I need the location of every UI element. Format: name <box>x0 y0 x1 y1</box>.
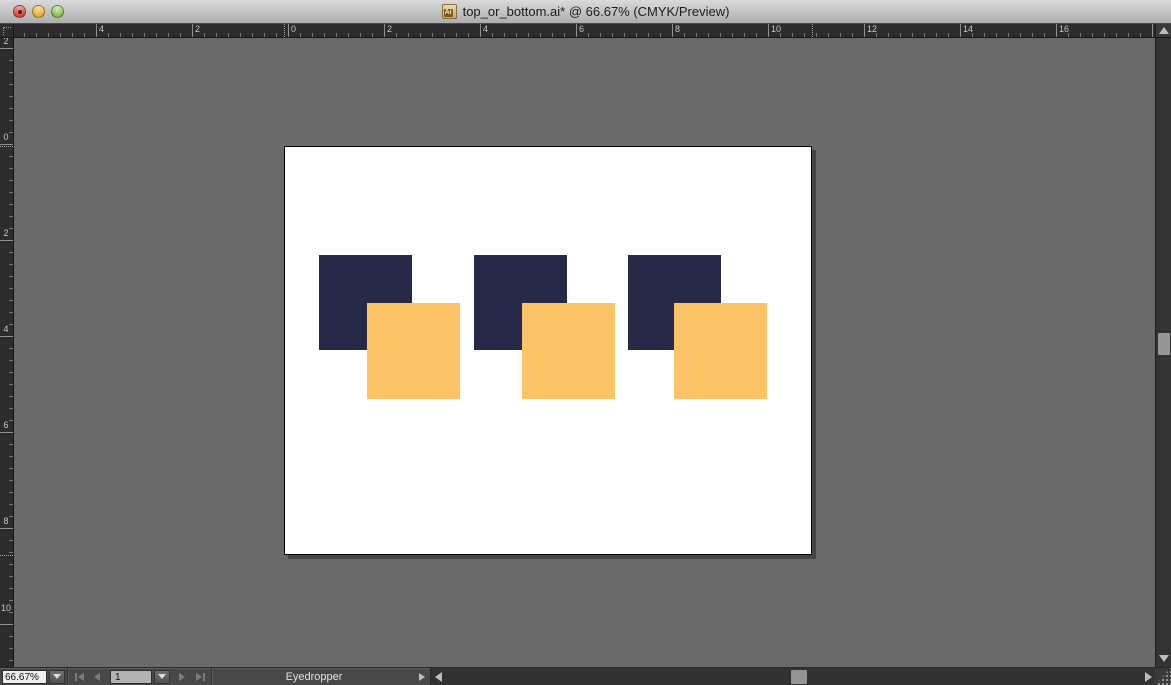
chevron-down-icon <box>53 674 61 679</box>
artboard-page[interactable] <box>284 146 812 555</box>
ruler-label: 0 <box>0 133 12 142</box>
ruler-label: 4 <box>483 25 488 34</box>
last-page-icon-bar <box>203 673 205 681</box>
status-tool-segment: Eyedropper <box>214 668 430 685</box>
ruler-label: 6 <box>579 25 584 34</box>
first-page-button[interactable] <box>70 670 88 684</box>
resize-grip-icon <box>1155 668 1171 685</box>
zoom-dropdown-button[interactable] <box>49 670 65 684</box>
scroll-down-icon <box>1159 655 1169 662</box>
ruler-major-tick <box>384 24 385 37</box>
close-button[interactable] <box>13 5 26 18</box>
ai-document-icon: Ai <box>442 4 457 19</box>
scroll-right-icon <box>1145 672 1152 682</box>
ruler-major-tick <box>0 48 13 49</box>
first-page-icon-arrow <box>78 673 84 681</box>
vertical-scrollbar-up-button[interactable] <box>1155 24 1171 38</box>
current-tool-label: Eyedropper <box>214 671 414 683</box>
ruler-label: 2 <box>0 38 12 46</box>
horizontal-scrollbar[interactable] <box>430 668 1155 685</box>
ruler-label: 8 <box>0 517 12 526</box>
zoom-level-field[interactable]: 66.67% <box>2 670 47 684</box>
zoom-button[interactable] <box>51 5 64 18</box>
ruler-major-tick <box>288 24 289 37</box>
ruler-label: 12 <box>867 25 877 34</box>
chevron-down-icon <box>158 674 166 679</box>
ruler-label: 16 <box>1059 25 1069 34</box>
window-title-group: Ai top_or_bottom.ai* @ 66.67% (CMYK/Prev… <box>442 4 730 19</box>
window-title: top_or_bottom.ai* @ 66.67% (CMYK/Preview… <box>463 4 730 19</box>
chevron-right-icon <box>419 673 425 681</box>
title-bar[interactable]: Ai top_or_bottom.ai* @ 66.67% (CMYK/Prev… <box>0 0 1171 24</box>
ruler-major-tick <box>0 432 13 433</box>
orange-square[interactable] <box>674 303 767 399</box>
previous-page-icon <box>94 673 100 681</box>
ruler-major-tick <box>0 336 13 337</box>
ruler-label: 6 <box>0 421 12 430</box>
orange-square[interactable] <box>522 303 615 399</box>
last-page-icon <box>196 673 202 681</box>
horizontal-scrollbar-left-button[interactable] <box>431 672 445 682</box>
ruler-label: 8 <box>675 25 680 34</box>
horizontal-scrollbar-thumb[interactable] <box>791 670 807 684</box>
ruler-major-tick <box>0 528 13 529</box>
minimize-button[interactable] <box>32 5 45 18</box>
vertical-scrollbar-thumb[interactable] <box>1158 333 1170 355</box>
status-bar: 66.67% 1 Eyedropper <box>0 667 1171 685</box>
horizontal-scrollbar-right-button[interactable] <box>1141 672 1155 682</box>
last-page-button[interactable] <box>191 670 209 684</box>
ruler-major-tick <box>864 24 865 37</box>
artboard-edge-marker <box>812 24 813 37</box>
ruler-major-tick <box>480 24 481 37</box>
vertical-ruler[interactable]: 2 0 2 4 6 8 10 <box>0 38 14 667</box>
next-page-icon <box>179 673 185 681</box>
page-dropdown-button[interactable] <box>154 670 170 684</box>
status-menu-button[interactable] <box>414 668 430 685</box>
ruler-major-tick <box>0 240 13 241</box>
artboard-edge-marker <box>0 555 13 556</box>
vertical-scrollbar[interactable] <box>1155 38 1171 667</box>
canvas-pasteboard[interactable] <box>14 38 1155 667</box>
artboard-edge-marker <box>0 146 13 147</box>
ruler-major-tick <box>192 24 193 37</box>
ruler-major-tick <box>960 24 961 37</box>
page-number-field[interactable]: 1 <box>110 670 152 684</box>
divider <box>211 668 212 685</box>
ruler-label: 2 <box>387 25 392 34</box>
horizontal-ruler[interactable]: 4202468101214161 <box>14 24 1155 38</box>
ruler-label: 4 <box>99 25 104 34</box>
ruler-major-tick <box>1152 24 1153 37</box>
ruler-origin-box[interactable] <box>0 24 14 38</box>
ruler-label: 10 <box>0 604 12 613</box>
ai-icon-badge: Ai <box>444 9 453 17</box>
ruler-label: 2 <box>0 229 12 238</box>
scroll-up-icon <box>1159 27 1169 34</box>
divider <box>67 668 68 685</box>
illustrator-window: Ai top_or_bottom.ai* @ 66.67% (CMYK/Prev… <box>0 0 1171 685</box>
ruler-label: 14 <box>963 25 973 34</box>
vertical-scrollbar-down-button[interactable] <box>1156 655 1171 662</box>
ruler-major-tick <box>0 144 13 145</box>
window-resize-grip[interactable] <box>1155 668 1171 685</box>
ruler-major-tick <box>1056 24 1057 37</box>
traffic-lights <box>13 5 64 18</box>
ruler-label: 10 <box>771 25 781 34</box>
ruler-major-tick <box>768 24 769 37</box>
next-page-button[interactable] <box>173 670 191 684</box>
ruler-major-tick <box>96 24 97 37</box>
ruler-major-tick <box>576 24 577 37</box>
previous-page-button[interactable] <box>88 670 106 684</box>
ruler-label: 2 <box>195 25 200 34</box>
ruler-major-tick <box>672 24 673 37</box>
artboard-edge-marker <box>284 24 285 37</box>
first-page-icon <box>75 673 77 681</box>
orange-square[interactable] <box>367 303 460 399</box>
ruler-label: 4 <box>0 325 12 334</box>
ruler-major-tick <box>0 624 13 625</box>
scroll-left-icon <box>435 672 442 682</box>
ruler-label: 0 <box>291 25 296 34</box>
